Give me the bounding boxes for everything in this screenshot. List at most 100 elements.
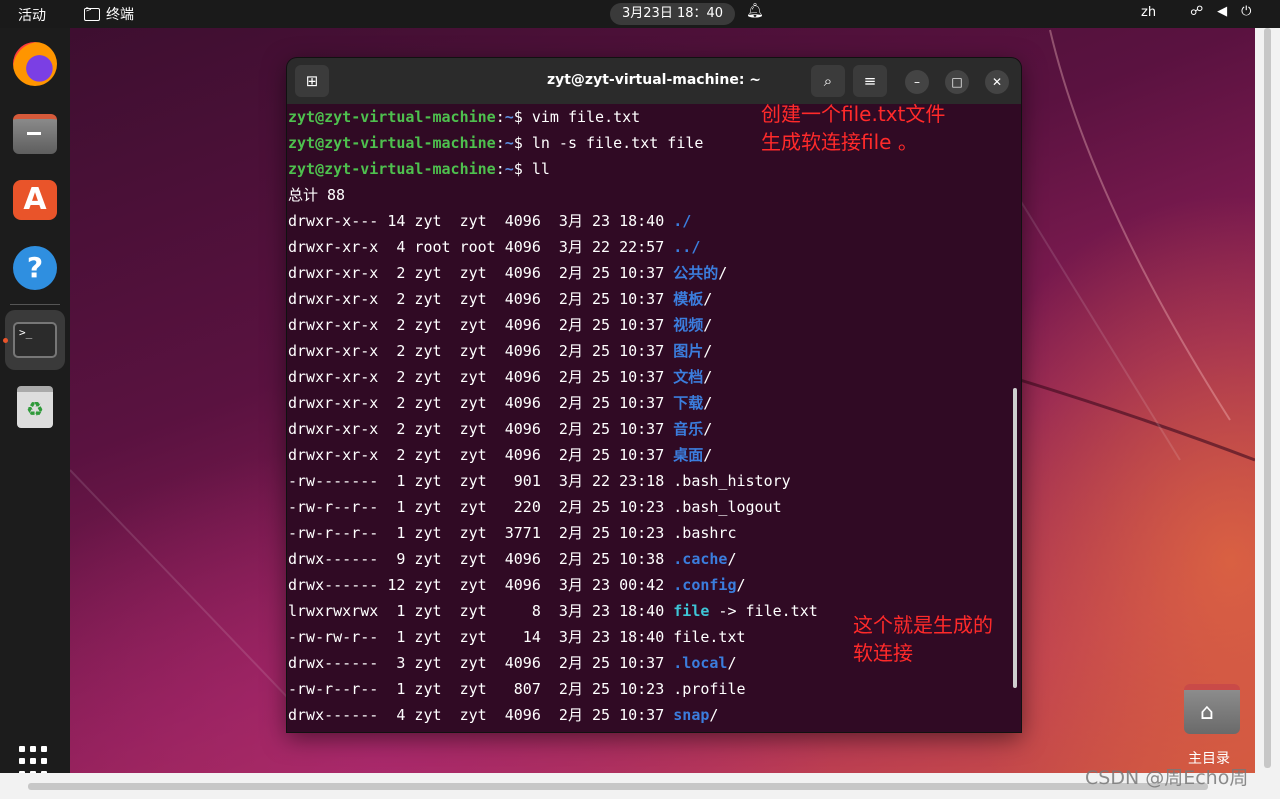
- listing-suffix: -> file.txt: [709, 602, 818, 620]
- app-center-icon[interactable]: A: [13, 180, 57, 220]
- volume-icon: ◀: [1217, 4, 1228, 19]
- listing-name: .bash_history: [673, 472, 791, 490]
- listing-suffix: /: [703, 446, 713, 464]
- listing-name: .config: [673, 576, 737, 594]
- listing-meta: drwx------ 3 zyt zyt 4096 2月 25 10:37: [288, 654, 674, 672]
- listing-meta: drwx------ 9 zyt zyt 4096 2月 25 10:38: [288, 550, 674, 568]
- terminal-dock-icon[interactable]: >_: [5, 310, 65, 370]
- listing-suffix: /: [703, 342, 713, 360]
- search-icon: ⌕: [823, 72, 833, 90]
- maximize-button[interactable]: □: [945, 70, 969, 94]
- listing-row: drwx------ 4 zyt zyt 4096 2月 25 10:37 sn…: [287, 702, 1021, 728]
- minimize-button[interactable]: –: [905, 70, 929, 94]
- listing-row: drwxr-xr-x 4 root root 4096 3月 22 22:57 …: [287, 234, 1021, 260]
- listing-suffix: /: [718, 264, 728, 282]
- listing-meta: drwx------ 12 zyt zyt 4096 3月 23 00:42: [288, 576, 674, 594]
- listing-row: -rw------- 1 zyt zyt 901 3月 22 23:18 .ba…: [287, 468, 1021, 494]
- listing-name: .bashrc: [673, 524, 737, 542]
- horizontal-scroll-thumb[interactable]: [28, 783, 1208, 790]
- annotation-create-file: 创建一个file.txt文件 生成软连接file 。: [761, 102, 946, 154]
- new-tab-button[interactable]: ⊞: [295, 65, 329, 97]
- terminal-prompt-icon: >_: [13, 322, 57, 358]
- top-bar: 活动 终端 3月23日 18：40 🔔︎ zh ☍ ◀ ⏻: [0, 0, 1280, 28]
- listing-name: snap: [673, 706, 710, 724]
- watermark: CSDN @周Echo周: [1085, 767, 1249, 789]
- hamburger-icon: ≡: [863, 72, 877, 90]
- listing-name: ../: [673, 238, 701, 256]
- input-language[interactable]: zh: [1141, 5, 1156, 20]
- listing-meta: -rw-r--r-- 1 zyt zyt 220 2月 25 10:23: [288, 498, 674, 516]
- system-tray[interactable]: ☍ ◀ ⏻: [1190, 4, 1251, 19]
- window-title: zyt@zyt-virtual-machine: ~: [546, 72, 762, 88]
- power-icon: ⏻: [1241, 4, 1252, 19]
- search-button[interactable]: ⌕: [811, 65, 845, 97]
- listing-name: 图片: [673, 342, 704, 360]
- app-menu[interactable]: 终端: [84, 4, 134, 24]
- listing-row: drwxr-xr-x 2 zyt zyt 4096 2月 25 10:37 音乐…: [287, 416, 1021, 442]
- listing-meta: drwxr-x--- 14 zyt zyt 4096 3月 23 18:40: [288, 212, 674, 230]
- close-button[interactable]: ✕: [985, 70, 1009, 94]
- listing-meta: -rw-r--r-- 1 zyt zyt 807 2月 25 10:23: [288, 680, 674, 698]
- terminal-icon: [84, 5, 100, 21]
- listing-meta: drwxr-xr-x 2 zyt zyt 4096 2月 25 10:37: [288, 290, 674, 308]
- title-bar[interactable]: ⊞ zyt@zyt-virtual-machine: ~ ⌕ ≡ – □ ✕: [287, 58, 1021, 104]
- listing-meta: -rw-r--r-- 1 zyt zyt 3771 2月 25 10:23: [288, 524, 674, 542]
- listing-suffix: /: [703, 368, 713, 386]
- listing-row: drwxr-xr-x 2 zyt zyt 4096 2月 25 10:37 图片…: [287, 338, 1021, 364]
- network-icon: ☍: [1190, 4, 1204, 19]
- listing-row: drwxr-xr-x 2 zyt zyt 4096 2月 25 10:37 模板…: [287, 286, 1021, 312]
- files-icon[interactable]: [13, 114, 57, 154]
- running-indicator: [3, 338, 8, 343]
- dock: A ? >_ ♻: [0, 28, 70, 777]
- listing-name: ./: [673, 212, 692, 230]
- listing-row: drwx------ 9 zyt zyt 4096 2月 25 10:38 .c…: [287, 546, 1021, 572]
- help-icon[interactable]: ?: [13, 246, 57, 290]
- listing-suffix: /: [703, 316, 713, 334]
- listing-name: file: [673, 602, 710, 620]
- listing-row: drwxr-x--- 14 zyt zyt 4096 3月 23 18:40 .…: [287, 208, 1021, 234]
- clock[interactable]: 3月23日 18：40: [610, 3, 736, 25]
- bell-icon: 🔔︎: [746, 3, 764, 19]
- listing-meta: drwxr-xr-x 2 zyt zyt 4096 2月 25 10:37: [288, 394, 674, 412]
- listing-suffix: /: [703, 394, 713, 412]
- listing-meta: drwx------ 4 zyt zyt 4096 2月 25 10:37: [288, 706, 674, 724]
- annotation-symlink: 这个就是生成的 软连接: [853, 613, 993, 665]
- listing-suffix: /: [727, 550, 737, 568]
- listing-name: 桌面: [673, 446, 704, 464]
- firefox-icon[interactable]: [13, 42, 57, 86]
- listing-name: .bash_logout: [673, 498, 782, 516]
- vertical-scroll-thumb[interactable]: [1264, 28, 1271, 768]
- listing-suffix: /: [703, 290, 713, 308]
- listing-meta: -rw-rw-r-- 1 zyt zyt 14 3月 23 18:40: [288, 628, 674, 646]
- listing-name: 模板: [673, 290, 704, 308]
- listing-suffix: /: [727, 654, 737, 672]
- listing-meta: drwxr-xr-x 2 zyt zyt 4096 2月 25 10:37: [288, 368, 674, 386]
- listing-meta: -rw------- 1 zyt zyt 901 3月 22 23:18: [288, 472, 674, 490]
- app-menu-label: 终端: [106, 7, 134, 23]
- listing-meta: lrwxrwxrwx 1 zyt zyt 8 3月 23 18:40: [288, 602, 674, 620]
- listing-name: .local: [673, 654, 728, 672]
- listing-name: file.txt: [673, 628, 746, 646]
- dock-separator: [10, 304, 60, 305]
- home-folder-icon[interactable]: ⌂: [1184, 684, 1240, 734]
- listing-meta: drwxr-xr-x 2 zyt zyt 4096 2月 25 10:37: [288, 264, 674, 282]
- listing-meta: drwxr-xr-x 2 zyt zyt 4096 2月 25 10:37: [288, 342, 674, 360]
- activities-button[interactable]: 活动: [18, 5, 46, 25]
- trash-icon[interactable]: ♻: [17, 386, 53, 428]
- listing-name: 下载: [673, 394, 704, 412]
- listing-suffix: /: [736, 576, 746, 594]
- listing-row: -rw-r--r-- 1 zyt zyt 220 2月 25 10:23 .ba…: [287, 494, 1021, 520]
- terminal-scrollbar[interactable]: [1013, 388, 1017, 688]
- menu-button[interactable]: ≡: [853, 65, 887, 97]
- house-icon: ⌂: [1200, 700, 1214, 725]
- listing-name: 公共的: [673, 264, 719, 282]
- listing-row: drwxr-xr-x 2 zyt zyt 4096 2月 25 10:37 桌面…: [287, 442, 1021, 468]
- listing-row: drwxr-xr-x 2 zyt zyt 4096 2月 25 10:37 下载…: [287, 390, 1021, 416]
- listing-row: drwx------ 12 zyt zyt 4096 3月 23 00:42 .…: [287, 572, 1021, 598]
- listing-meta: drwxr-xr-x 2 zyt zyt 4096 2月 25 10:37: [288, 446, 674, 464]
- listing-name: 文档: [673, 368, 704, 386]
- total-line: 总计 88: [288, 186, 346, 204]
- vertical-scrollbar[interactable]: [1255, 28, 1280, 799]
- listing-row: -rw-r--r-- 1 zyt zyt 3771 2月 25 10:23 .b…: [287, 520, 1021, 546]
- listing-row: drwxr-xr-x 2 zyt zyt 4096 2月 25 10:37 视频…: [287, 312, 1021, 338]
